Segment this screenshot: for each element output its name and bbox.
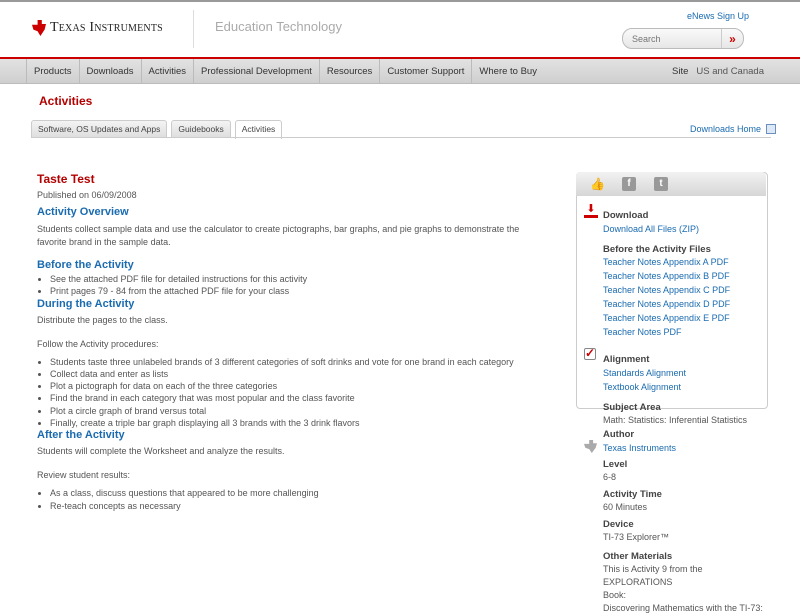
device-value: TI-73 Explorer™	[603, 532, 670, 542]
list-item: Plot a circle graph of brand versus tota…	[50, 405, 547, 417]
download-all-link[interactable]: Download All Files (ZIP)	[603, 222, 699, 236]
list-item: See the attached PDF file for detailed i…	[50, 273, 547, 285]
after-text-2: Review student results:	[37, 470, 131, 481]
nav-products[interactable]: Products	[27, 59, 80, 84]
list-item: Re-teach concepts as necessary	[50, 500, 547, 512]
after-text-1: Students will complete the Worksheet and…	[37, 446, 285, 457]
subject-heading: Subject Area	[603, 402, 661, 413]
section-title: Education Technology	[215, 19, 342, 34]
level-section: Level 6-8	[603, 458, 627, 484]
list-item: Find the brand in each category that was…	[50, 392, 547, 404]
other-materials-section: Other Materials This is Activity 9 from …	[603, 550, 768, 615]
twitter-icon[interactable]: t	[654, 177, 668, 191]
time-value: 60 Minutes	[603, 502, 648, 512]
before-list: See the attached PDF file for detailed i…	[37, 273, 547, 298]
nav-downloads[interactable]: Downloads	[80, 59, 142, 84]
after-heading: After the Activity	[37, 429, 125, 442]
ti-logo-icon	[32, 20, 46, 36]
level-value: 6-8	[603, 472, 617, 482]
before-files-section: Before the Activity Files Teacher Notes …	[603, 244, 730, 339]
search-go-button[interactable]: »	[721, 29, 743, 48]
subject-section: Subject Area Math: Statistics: Inferenti…	[603, 401, 747, 427]
overview-text: Students collect sample data and use the…	[37, 224, 520, 247]
tab-underline	[31, 137, 771, 138]
during-heading: During the Activity	[37, 297, 135, 310]
textbook-alignment-link[interactable]: Textbook Alignment	[603, 380, 686, 394]
time-heading: Activity Time	[603, 489, 662, 500]
nav-professional-development[interactable]: Professional Development	[194, 59, 320, 84]
top-border	[0, 0, 800, 2]
downloads-home-link[interactable]: Downloads Home	[690, 124, 777, 134]
list-item: Plot a pictograph for data on each of th…	[50, 380, 547, 392]
search-input[interactable]	[623, 33, 721, 44]
site-label: Site	[672, 66, 689, 77]
file-link[interactable]: Teacher Notes Appendix A PDF	[603, 255, 730, 269]
before-files-heading: Before the Activity Files	[603, 244, 711, 255]
tab-software[interactable]: Software, OS Updates and Apps	[31, 120, 168, 138]
like-icon[interactable]: 👍	[590, 177, 605, 191]
list-item: Print pages 79 - 84 from the attached PD…	[50, 285, 547, 297]
other-materials-line: This is Activity 9 from the EXPLORATIONS	[603, 564, 703, 587]
published-date: Published on 06/09/2008	[37, 190, 137, 200]
downloads-home-label: Downloads Home	[690, 124, 762, 134]
header-divider	[193, 10, 194, 48]
file-link[interactable]: Teacher Notes Appendix E PDF	[603, 311, 730, 325]
download-section: Download Download All Files (ZIP)	[603, 209, 699, 236]
nav-activities[interactable]: Activities	[142, 59, 194, 84]
download-heading: Download	[603, 210, 649, 221]
level-heading: Level	[603, 459, 628, 470]
author-heading: Author	[603, 429, 635, 440]
after-list: As a class, discuss questions that appea…	[37, 487, 547, 512]
tab-guidebooks[interactable]: Guidebooks	[171, 120, 231, 138]
page-title: Activities	[39, 94, 93, 108]
activity-title: Taste Test	[37, 172, 95, 186]
ti-logo[interactable]: Texas Instruments	[32, 20, 163, 36]
device-section: Device TI-73 Explorer™	[603, 518, 669, 544]
file-link[interactable]: Teacher Notes PDF	[603, 325, 730, 339]
social-bar: 👍 f t	[576, 172, 766, 196]
before-heading: Before the Activity	[37, 259, 134, 271]
alignment-section: Alignment Standards Alignment Textbook A…	[603, 353, 686, 394]
other-materials-line: Discovering Mathematics with the TI-73:	[603, 603, 763, 613]
during-text-2: Follow the Activity procedures:	[37, 338, 159, 349]
other-materials-line: Book:	[603, 590, 627, 600]
checkbox-icon: ✓	[584, 346, 596, 360]
author-link[interactable]: Texas Instruments	[603, 441, 676, 455]
subject-value: Math: Statistics: Inferential Statistics	[603, 415, 748, 425]
facebook-icon[interactable]: f	[622, 177, 636, 191]
activity-sidebar: 👍 f t ⬇ Download Download All Files (ZIP…	[576, 172, 768, 613]
download-icon: ⬇	[584, 204, 598, 218]
ti-author-icon	[584, 440, 597, 453]
overview-heading: Activity Overview	[37, 206, 129, 218]
search-box: »	[622, 28, 744, 49]
standards-alignment-link[interactable]: Standards Alignment	[603, 366, 686, 380]
home-icon	[766, 124, 777, 134]
file-link[interactable]: Teacher Notes Appendix B PDF	[603, 269, 730, 283]
time-section: Activity Time 60 Minutes	[603, 488, 662, 514]
list-item: Collect data and enter as lists	[50, 368, 547, 380]
list-item: As a class, discuss questions that appea…	[50, 487, 547, 499]
during-list: Students taste three unlabeled brands of…	[37, 356, 547, 430]
author-section: Author Texas Instruments	[603, 428, 676, 455]
file-link[interactable]: Teacher Notes Appendix D PDF	[603, 297, 730, 311]
during-text-1: Distribute the pages to the class.	[37, 314, 168, 325]
nav-resources[interactable]: Resources	[320, 59, 381, 84]
activity-content: Taste Test Published on 06/09/2008 Activ…	[37, 172, 547, 512]
nav-where-to-buy[interactable]: Where to Buy	[472, 59, 544, 84]
list-item: Finally, create a triple bar graph displ…	[50, 417, 547, 429]
enews-signup-link[interactable]: eNews Sign Up	[687, 11, 749, 21]
brand-name: Texas Instruments	[50, 20, 163, 35]
nav-customer-support[interactable]: Customer Support	[380, 59, 473, 84]
file-link[interactable]: Teacher Notes Appendix C PDF	[603, 283, 730, 297]
alignment-heading: Alignment	[603, 354, 650, 365]
site-selector[interactable]: Site US and Canada	[672, 66, 764, 77]
site-value[interactable]: US and Canada	[696, 66, 764, 77]
device-heading: Device	[603, 519, 634, 530]
other-materials-heading: Other Materials	[603, 551, 673, 562]
list-item: Students taste three unlabeled brands of…	[50, 356, 547, 368]
